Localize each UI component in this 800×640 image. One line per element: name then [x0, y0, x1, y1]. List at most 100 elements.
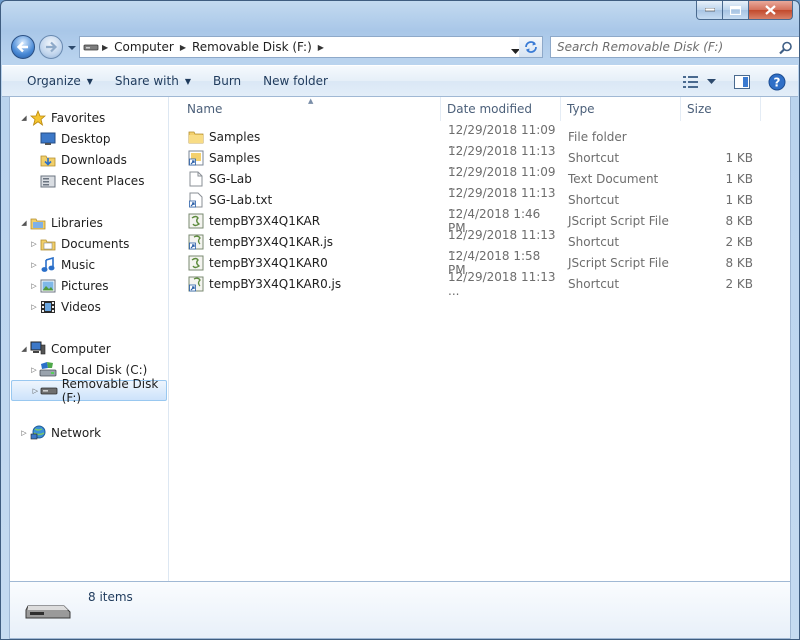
folder-icon [188, 129, 204, 145]
breadcrumb-arrow-icon[interactable]: ▶ [102, 43, 108, 52]
file-type: JScript Script File [568, 255, 669, 270]
preview-pane-icon [734, 75, 750, 89]
expand-icon[interactable]: ▷ [19, 429, 29, 437]
breadcrumb-computer[interactable]: Computer [114, 40, 174, 54]
tree-documents[interactable]: ▷ Documents [10, 233, 168, 254]
file-size: 1 KB [725, 171, 753, 186]
desktop-icon [39, 131, 57, 147]
share-with-button[interactable]: Share with ▼ [106, 69, 200, 93]
collapse-icon[interactable]: ◢ [19, 219, 29, 227]
forward-button[interactable] [39, 35, 63, 59]
tree-downloads-label: Downloads [61, 152, 127, 167]
file-type: Shortcut [568, 234, 620, 249]
chevron-down-icon [707, 79, 716, 84]
expand-icon[interactable]: ▷ [29, 366, 39, 374]
downloads-icon [39, 152, 57, 168]
breadcrumb-arrow-icon[interactable]: ▶ [318, 43, 324, 52]
tree-libraries[interactable]: ◢ Libraries [10, 212, 168, 233]
tree-local-disk-label: Local Disk (C:) [61, 362, 148, 377]
tree-removable-disk[interactable]: ▷ Removable Disk (F:) [11, 377, 167, 405]
column-header-date-modified[interactable]: Date modified [441, 97, 561, 121]
search-input[interactable] [557, 40, 777, 54]
tree-videos-label: Videos [61, 299, 101, 314]
file-size: 1 KB [725, 192, 753, 207]
refresh-button[interactable] [519, 36, 543, 58]
column-size-label: Size [687, 102, 712, 116]
new-folder-label: New folder [263, 74, 328, 88]
column-header-name[interactable]: Name [170, 97, 441, 121]
tree-pictures-label: Pictures [61, 278, 109, 293]
recent-pages-button[interactable] [67, 42, 77, 52]
address-bar[interactable]: ▶ Computer ▶ Removable Disk (F:) ▶ [79, 36, 527, 58]
expand-icon[interactable]: ▷ [29, 303, 39, 311]
shortcut-icon [188, 234, 204, 250]
change-view-button[interactable] [679, 70, 720, 94]
forward-arrow-icon [46, 41, 58, 53]
share-with-label: Share with [114, 74, 179, 88]
column-header-size[interactable]: Size [681, 97, 761, 121]
content-area: ◢ Favorites Desktop Downloads Recent Pla… [9, 97, 791, 581]
file-name: tempBY3X4Q1KAR.js [209, 234, 334, 249]
new-folder-button[interactable]: New folder [254, 69, 337, 93]
tree-videos[interactable]: ▷ Videos [10, 296, 168, 317]
explorer-window: ▶ Computer ▶ Removable Disk (F:) ▶ Searc… [0, 0, 800, 640]
maximize-icon [730, 5, 741, 15]
file-name: tempBY3X4Q1KAR0 [209, 255, 328, 270]
help-button[interactable]: ? [764, 70, 790, 94]
local-disk-icon [39, 361, 57, 378]
chevron-down-icon [68, 46, 76, 50]
file-type: JScript Script File [568, 213, 669, 228]
removable-drive-icon [80, 42, 102, 52]
tree-favorites[interactable]: ◢ Favorites [10, 107, 168, 128]
sort-ascending-icon: ▲ [308, 97, 314, 105]
tree-computer[interactable]: ◢ Computer [10, 338, 168, 359]
collapse-icon[interactable]: ◢ [19, 345, 29, 353]
breadcrumb-arrow-icon[interactable]: ▶ [180, 43, 186, 52]
tree-documents-label: Documents [61, 236, 130, 251]
column-header-row: ▲ Name Date modified Type Size [170, 97, 790, 121]
tree-recent-places[interactable]: Recent Places [10, 170, 168, 191]
column-header-type[interactable]: Type [561, 97, 681, 121]
organize-button[interactable]: Organize ▼ [18, 69, 102, 93]
file-name: Samples [209, 129, 261, 144]
file-name: tempBY3X4Q1KAR [209, 213, 321, 228]
collapse-icon[interactable]: ◢ [19, 114, 29, 122]
expand-icon[interactable]: ▷ [29, 282, 39, 290]
back-button[interactable] [11, 35, 35, 59]
file-size: 2 KB [725, 234, 753, 249]
maximize-button[interactable] [723, 1, 749, 20]
minimize-button[interactable] [696, 1, 723, 20]
file-row[interactable]: tempBY3X4Q1KAR0.js 12/29/2018 11:13 ... … [170, 270, 790, 298]
shortcut-icon [188, 276, 204, 292]
back-arrow-icon [16, 41, 28, 53]
search-box [550, 36, 799, 58]
close-button[interactable] [749, 1, 793, 20]
expand-icon[interactable]: ▷ [29, 261, 39, 269]
expand-icon[interactable]: ▷ [29, 240, 39, 248]
burn-button[interactable]: Burn [204, 69, 250, 93]
column-name-label: Name [187, 102, 223, 116]
file-rows: Samples 12/29/2018 11:09 ... File folder… [170, 123, 790, 298]
libraries-icon [29, 215, 47, 231]
tree-desktop[interactable]: Desktop [10, 128, 168, 149]
tree-downloads[interactable]: Downloads [10, 149, 168, 170]
file-date: 12/29/2018 11:13 ... [448, 269, 556, 298]
text-document-icon [188, 171, 204, 187]
preview-pane-button[interactable] [730, 70, 754, 94]
tree-network[interactable]: ▷ Network [10, 422, 168, 443]
column-type-label: Type [567, 102, 595, 116]
script-file-icon [188, 213, 204, 229]
breadcrumb-removable-disk[interactable]: Removable Disk (F:) [192, 40, 312, 54]
expand-icon[interactable]: ▷ [31, 387, 40, 395]
file-size: 8 KB [725, 213, 753, 228]
command-bar: Organize ▼ Share with ▼ Burn New folder [2, 65, 798, 97]
tree-music[interactable]: ▷ Music [10, 254, 168, 275]
navigation-pane: ◢ Favorites Desktop Downloads Recent Pla… [10, 97, 169, 581]
search-icon[interactable] [779, 41, 793, 58]
breadcrumb: ▶ Computer ▶ Removable Disk (F:) ▶ [102, 40, 330, 54]
network-icon [29, 425, 47, 441]
organize-label: Organize [27, 74, 81, 88]
tree-pictures[interactable]: ▷ Pictures [10, 275, 168, 296]
file-size: 2 KB [725, 276, 753, 291]
